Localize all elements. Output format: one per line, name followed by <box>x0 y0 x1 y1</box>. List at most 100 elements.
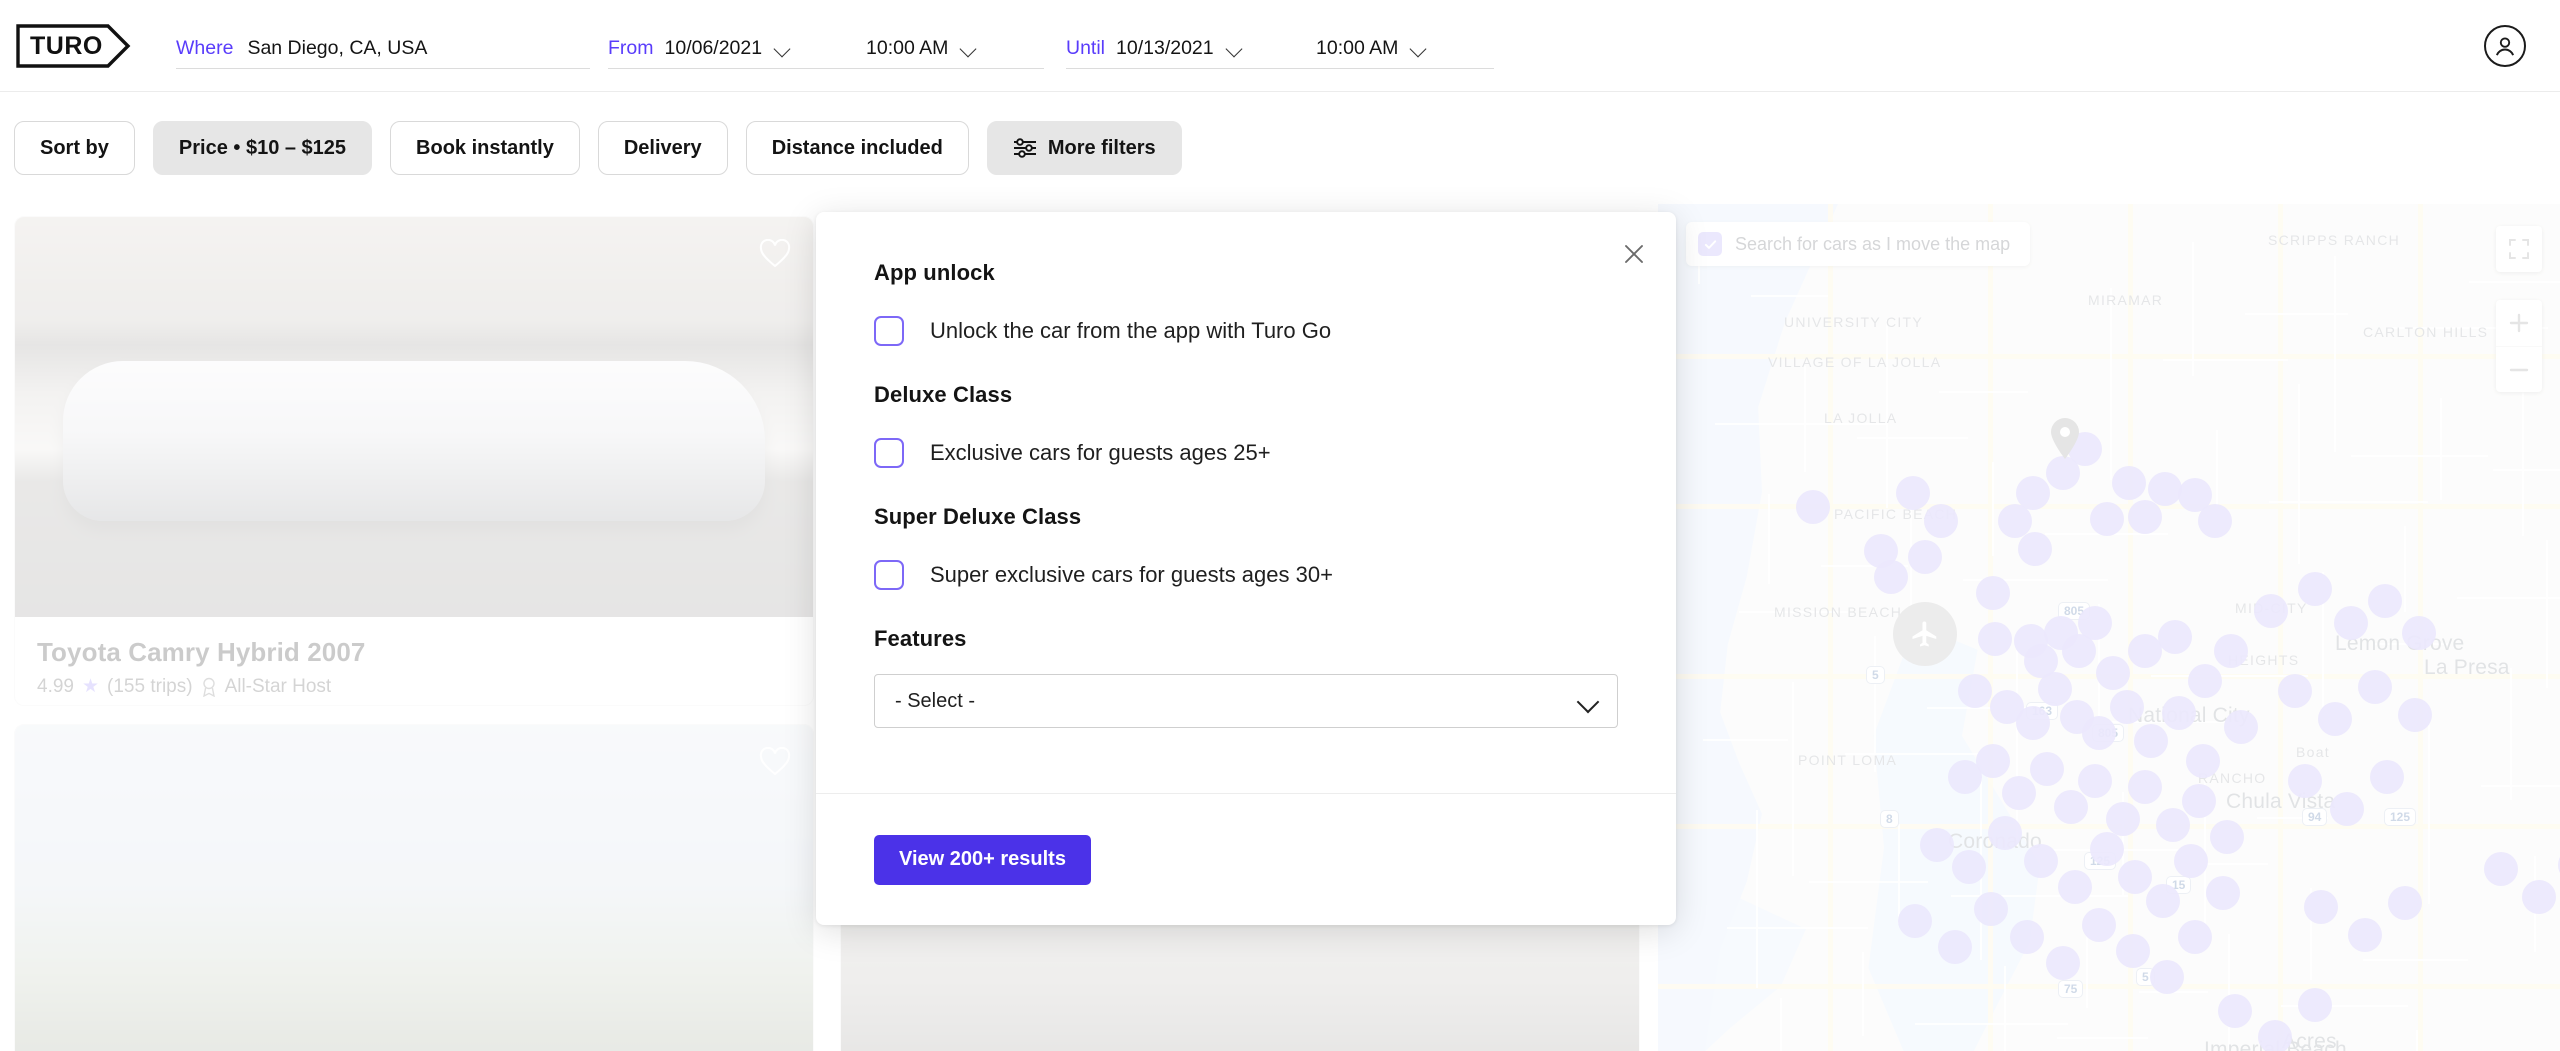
map-car-cluster-dot[interactable] <box>2278 674 2312 708</box>
map-car-cluster-dot[interactable] <box>1924 504 1958 538</box>
map-car-cluster-dot[interactable] <box>1976 576 2010 610</box>
map-car-cluster-dot[interactable] <box>2334 606 2368 640</box>
distance-included-chip[interactable]: Distance included <box>746 121 969 175</box>
map-car-cluster-dot[interactable] <box>1920 828 1954 862</box>
map-car-cluster-dot[interactable] <box>2288 764 2322 798</box>
map-car-cluster-dot[interactable] <box>2174 844 2208 878</box>
map-car-cluster-dot[interactable] <box>2158 620 2192 654</box>
map-car-cluster-dot[interactable] <box>2368 584 2402 618</box>
map-car-cluster-dot[interactable] <box>2370 760 2404 794</box>
close-icon[interactable] <box>1614 234 1654 274</box>
turo-logo[interactable]: TURO <box>16 22 146 70</box>
more-filters-chip[interactable]: More filters <box>987 121 1182 175</box>
map-car-cluster-dot[interactable] <box>2148 472 2182 506</box>
map-car-cluster-dot[interactable] <box>2254 594 2288 628</box>
map-car-cluster-dot[interactable] <box>2058 870 2092 904</box>
map-car-cluster-dot[interactable] <box>2078 764 2112 798</box>
option-row-deluxe-class[interactable]: Exclusive cars for guests ages 25+ <box>874 438 1618 468</box>
map-car-cluster-dot[interactable] <box>2018 532 2052 566</box>
map-car-cluster-dot[interactable] <box>2118 860 2152 894</box>
map-car-cluster-dot[interactable] <box>2024 844 2058 878</box>
map-car-cluster-dot[interactable] <box>2156 808 2190 842</box>
map-car-cluster-dot[interactable] <box>2214 634 2248 668</box>
map-car-cluster-dot[interactable] <box>1896 476 1930 510</box>
minus-icon[interactable] <box>2496 346 2542 392</box>
map-car-cluster-dot[interactable] <box>2206 876 2240 910</box>
map-car-cluster-dot[interactable] <box>2090 832 2124 866</box>
delivery-chip[interactable]: Delivery <box>598 121 728 175</box>
plus-icon[interactable] <box>2496 300 2542 346</box>
map-car-cluster-dot[interactable] <box>2016 706 2050 740</box>
car-listing-card[interactable] <box>14 724 814 1051</box>
map-car-cluster-dot[interactable] <box>2210 820 2244 854</box>
map-car-cluster-dot[interactable] <box>2358 670 2392 704</box>
zoom-controls[interactable] <box>2496 300 2542 392</box>
map-car-cluster-dot[interactable] <box>2218 994 2252 1028</box>
map-car-cluster-dot[interactable] <box>2162 696 2196 730</box>
map-car-cluster-dot[interactable] <box>1908 540 1942 574</box>
book-instantly-chip[interactable]: Book instantly <box>390 121 580 175</box>
map-car-cluster-dot[interactable] <box>2046 946 2080 980</box>
map-car-cluster-dot[interactable] <box>2188 664 2222 698</box>
map-car-cluster-dot[interactable] <box>2038 672 2072 706</box>
map-car-cluster-dot[interactable] <box>2082 716 2116 750</box>
until-date-field[interactable]: Until 10/13/2021 <box>1066 23 1316 69</box>
map-car-cluster-dot[interactable] <box>1952 850 1986 884</box>
car-photo[interactable] <box>15 725 813 1051</box>
map-car-cluster-dot[interactable] <box>1898 904 1932 938</box>
from-date-field[interactable]: From 10/06/2021 <box>608 23 866 69</box>
map-car-cluster-dot[interactable] <box>2186 744 2220 778</box>
map-car-cluster-dot[interactable] <box>2402 616 2436 650</box>
map-car-cluster-dot[interactable] <box>2348 918 2382 952</box>
map-car-cluster-dot[interactable] <box>1988 816 2022 850</box>
map-car-cluster-dot[interactable] <box>2110 690 2144 724</box>
map-car-cluster-dot[interactable] <box>2150 960 2184 994</box>
view-results-button[interactable]: View 200+ results <box>874 835 1091 885</box>
map-car-cluster-dot[interactable] <box>2078 606 2112 640</box>
heart-icon[interactable] <box>759 747 791 777</box>
map-car-cluster-dot[interactable] <box>2522 880 2556 914</box>
car-photo[interactable] <box>15 217 813 617</box>
map-car-cluster-dot[interactable] <box>2112 466 2146 500</box>
map-car-cluster-dot[interactable] <box>2128 634 2162 668</box>
map-car-cluster-dot[interactable] <box>2298 572 2332 606</box>
map-car-cluster-dot[interactable] <box>2054 790 2088 824</box>
map-car-cluster-dot[interactable] <box>2398 698 2432 732</box>
map-car-cluster-dot[interactable] <box>2330 792 2364 826</box>
map-car-cluster-dot[interactable] <box>2128 770 2162 804</box>
map-car-cluster-dot[interactable] <box>2134 724 2168 758</box>
map-car-cluster-dot[interactable] <box>2178 920 2212 954</box>
map-car-cluster-dot[interactable] <box>2388 886 2422 920</box>
map-car-cluster-dot[interactable] <box>2128 500 2162 534</box>
checkbox-deluxe-class[interactable] <box>874 438 904 468</box>
map-car-cluster-dot[interactable] <box>2002 776 2036 810</box>
user-circle-icon[interactable] <box>2484 25 2526 67</box>
map-car-cluster-dot[interactable] <box>2258 1020 2292 1051</box>
option-row-app-unlock[interactable]: Unlock the car from the app with Turo Go <box>874 316 1618 346</box>
map-car-cluster-dot[interactable] <box>2106 802 2140 836</box>
map-car-cluster-dot[interactable] <box>2484 852 2518 886</box>
price-filter-chip[interactable]: Price • $10 – $125 <box>153 121 372 175</box>
until-time-field[interactable]: 10:00 AM <box>1316 23 1494 69</box>
search-as-i-move-checkbox[interactable]: Search for cars as I move the map <box>1686 222 2030 266</box>
map-car-cluster-dot[interactable] <box>2090 502 2124 536</box>
map-car-cluster-dot[interactable] <box>1978 622 2012 656</box>
map-car-cluster-dot[interactable] <box>1874 560 1908 594</box>
checkbox-app-unlock[interactable] <box>874 316 904 346</box>
map-car-cluster-dot[interactable] <box>2224 710 2258 744</box>
map-car-cluster-dot[interactable] <box>2198 504 2232 538</box>
map-car-cluster-dot[interactable] <box>2010 920 2044 954</box>
from-time-field[interactable]: 10:00 AM <box>866 23 1044 69</box>
option-row-super-deluxe-class[interactable]: Super exclusive cars for guests ages 30+ <box>874 560 1618 590</box>
map-car-cluster-dot[interactable] <box>1958 674 1992 708</box>
map-car-cluster-dot[interactable] <box>2146 884 2180 918</box>
map-panel[interactable]: SORRENTO VALLEYSCRIPPS RANCHMIRAMARUNIVE… <box>1658 204 2560 1051</box>
features-select[interactable]: - Select - <box>874 674 1618 728</box>
map-car-cluster-dot[interactable] <box>2304 890 2338 924</box>
map-car-cluster-dot[interactable] <box>2182 784 2216 818</box>
map-car-cluster-dot[interactable] <box>2016 476 2050 510</box>
sort-by-chip[interactable]: Sort by <box>14 121 135 175</box>
where-field[interactable]: Where San Diego, CA, USA <box>176 23 590 69</box>
car-listing-card[interactable]: Toyota Camry Hybrid 2007 4.99 ★ (155 tri… <box>14 216 814 706</box>
map-car-cluster-dot[interactable] <box>1974 892 2008 926</box>
